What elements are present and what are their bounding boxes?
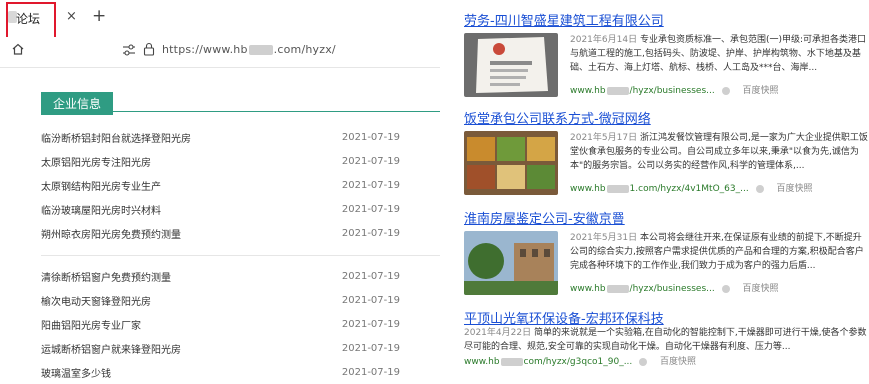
home-icon[interactable] (11, 42, 25, 56)
dropdown-arrow-icon[interactable] (721, 284, 730, 293)
news-title[interactable]: 阳曲铝阳光房专业厂家 (41, 317, 342, 332)
search-result: 饭堂承包公司联系方式-微冠网络 2021年5月17日 浙江鸿发餐饮管理有限公司,… (464, 108, 868, 195)
list-item[interactable]: 太原钢结构阳光房专业生产 2021-07-19 (41, 173, 440, 197)
red-highlight-box (6, 2, 56, 40)
page-content: 企业信息 临汾断桥铝封阳台就选择登阳光房 2021-07-19 太原铝阳光房专注… (0, 68, 440, 384)
result-title-link[interactable]: 饭堂承包公司联系方式-微冠网络 (464, 108, 868, 127)
news-date: 2021-07-19 (341, 203, 400, 215)
list-item[interactable]: 清徐断桥铝窗户免费预约测量 2021-07-19 (41, 264, 440, 288)
dropdown-arrow-icon[interactable] (755, 184, 764, 193)
url-redaction (606, 184, 629, 193)
news-title[interactable]: 清徐断桥铝窗户免费预约测量 (41, 269, 342, 284)
search-result: 劳务-四川智盛星建筑工程有限公司 2021年6月14日 专业承包资质标准一、承包… (464, 10, 868, 97)
news-title[interactable]: 朔州晾衣房阳光房免费预约测量 (41, 226, 342, 241)
news-date: 2021-07-19 (341, 342, 400, 354)
result-body: 2021年5月31日 本公司将会继往开来,在保证原有业绩的前提下,不断提升公司的… (464, 231, 868, 295)
result-date: 2021年6月14日 (570, 35, 638, 45)
result-title-link[interactable]: 劳务-四川智盛星建筑工程有限公司 (464, 10, 868, 29)
section-divider (41, 111, 440, 112)
url-suffix: /hyzx/businesses... (629, 284, 715, 294)
list-item[interactable]: 玻璃温室多少钱 2021-07-19 (41, 360, 440, 384)
result-snippet: 2021年6月14日 专业承包资质标准一、承包范围(一)甲级:可承担各类港口与航… (570, 33, 868, 75)
news-date: 2021-07-19 (341, 270, 400, 282)
url-suffix: /hyzx/businesses... (629, 86, 715, 96)
result-body: 2021年6月14日 专业承包资质标准一、承包范围(一)甲级:可承担各类港口与航… (464, 33, 868, 97)
result-date: 2021年5月31日 (570, 233, 638, 243)
result-url[interactable]: www.hb/hyzx/businesses... 百度快照 (570, 281, 779, 294)
news-title[interactable]: 榆次电动天窗锋登阳光房 (41, 293, 342, 308)
result-date: 2021年5月17日 (570, 133, 638, 143)
close-icon[interactable]: × (66, 9, 77, 24)
food-thumbnail[interactable] (464, 131, 558, 195)
result-title-link[interactable]: 淮南房屋鉴定公司-安徽京罾 (464, 208, 868, 227)
list-item[interactable]: 太原铝阳光房专注阳光房 2021-07-19 (41, 149, 440, 173)
snapshot-link[interactable]: 百度快照 (660, 357, 696, 367)
url-redaction (248, 45, 273, 55)
url-prefix: https://www.hb (162, 43, 248, 56)
url-suffix: .com/hyzx/ (273, 43, 336, 56)
list-item[interactable]: 榆次电动天窗锋登阳光房 2021-07-19 (41, 288, 440, 312)
news-date: 2021-07-19 (341, 366, 400, 378)
url-suffix: 1.com/hyzx/4v1MtO_63_... (629, 184, 749, 194)
new-tab-button[interactable]: + (92, 6, 106, 26)
result-url[interactable]: www.hb 1.com/hyzx/4v1MtO_63_... 百度快照 (570, 181, 812, 194)
list-item[interactable]: 朔州晾衣房阳光房免费预约测量 2021-07-19 (41, 221, 440, 245)
news-date: 2021-07-19 (341, 155, 400, 167)
url-prefix: www.hb (570, 86, 606, 96)
news-title[interactable]: 临汾玻璃屋阳光房时兴材料 (41, 202, 342, 217)
news-list: 临汾断桥铝封阳台就选择登阳光房 2021-07-19 太原铝阳光房专注阳光房 2… (41, 125, 440, 384)
news-title[interactable]: 运城断桥铝窗户就来锋登阳光房 (41, 341, 342, 356)
result-url[interactable]: www.hb com/hyzx/g3qco1_90_... 百度快照 (464, 354, 696, 367)
url-redaction (500, 357, 523, 366)
news-title[interactable]: 太原铝阳光房专注阳光房 (41, 154, 342, 169)
result-snippet: 2021年5月17日 浙江鸿发餐饮管理有限公司,是一家为广大企业提供职工饭堂伙食… (570, 131, 868, 173)
result-url[interactable]: www.hb/hyzx/businesses... 百度快照 (570, 83, 779, 96)
news-title[interactable]: 玻璃温室多少钱 (41, 365, 342, 380)
snapshot-link[interactable]: 百度快照 (742, 86, 778, 96)
search-result: 平顶山光氧环保设备-宏邦环保科技 2021年4月22日 简单的来说就是一个实验箱… (464, 308, 868, 367)
certificate-image (464, 33, 558, 97)
list-item[interactable]: 临汾断桥铝封阳台就选择登阳光房 2021-07-19 (41, 125, 440, 149)
toolbar: https://www.hb .com/hyzx/ (0, 37, 440, 68)
news-title[interactable]: 太原钢结构阳光房专业生产 (41, 178, 342, 193)
food-image (464, 131, 558, 195)
address-bar[interactable]: https://www.hb .com/hyzx/ (162, 43, 336, 56)
dropdown-arrow-icon[interactable] (639, 357, 648, 366)
certificate-thumbnail[interactable] (464, 33, 558, 97)
news-date: 2021-07-19 (341, 318, 400, 330)
list-item[interactable]: 临汾玻璃屋阳光房时兴材料 2021-07-19 (41, 197, 440, 221)
url-redaction (606, 284, 629, 293)
result-date: 2021年4月22日 (464, 328, 532, 338)
url-suffix: com/hyzx/g3qco1_90_... (523, 357, 633, 367)
search-result: 淮南房屋鉴定公司-安徽京罾 2021年5月31日 本公司将会继往开来,在保证原有… (464, 208, 868, 295)
dropdown-arrow-icon[interactable] (721, 86, 730, 95)
news-date: 2021-07-19 (341, 294, 400, 306)
url-prefix: www.hb (570, 184, 606, 194)
result-title-link[interactable]: 平顶山光氧环保设备-宏邦环保科技 (464, 308, 868, 327)
url-redaction (606, 86, 629, 95)
search-results: 劳务-四川智盛星建筑工程有限公司 2021年6月14日 专业承包资质标准一、承包… (440, 0, 869, 384)
list-item[interactable]: 阳曲铝阳光房专业厂家 2021-07-19 (41, 312, 440, 336)
result-snippet: 2021年5月31日 本公司将会继往开来,在保证原有业绩的前提下,不断提升公司的… (570, 231, 868, 273)
building-image (464, 231, 558, 295)
url-prefix: www.hb (570, 284, 606, 294)
news-date: 2021-07-19 (341, 131, 400, 143)
site-settings-icon[interactable] (122, 43, 136, 57)
result-body: 2021年5月17日 浙江鸿发餐饮管理有限公司,是一家为广大企业提供职工饭堂伙食… (464, 131, 868, 195)
browser-window: 论坛 × + https://www.hb .com/hyzx/ 企业信息 临汾断… (0, 0, 440, 384)
tab-strip: 论坛 × + (0, 0, 440, 40)
lock-icon (143, 42, 155, 56)
url-prefix: www.hb (464, 357, 500, 367)
snapshot-link[interactable]: 百度快照 (742, 284, 778, 294)
building-thumbnail[interactable] (464, 231, 558, 295)
list-divider (41, 255, 440, 256)
news-title[interactable]: 临汾断桥铝封阳台就选择登阳光房 (41, 130, 342, 145)
result-snippet: 2021年4月22日 简单的来说就是一个实验箱,在自动化的智能控制下,干燥器即可… (464, 326, 868, 354)
list-item[interactable]: 运城断桥铝窗户就来锋登阳光房 2021-07-19 (41, 336, 440, 360)
news-date: 2021-07-19 (341, 227, 400, 239)
news-date: 2021-07-19 (341, 179, 400, 191)
snapshot-link[interactable]: 百度快照 (776, 184, 812, 194)
